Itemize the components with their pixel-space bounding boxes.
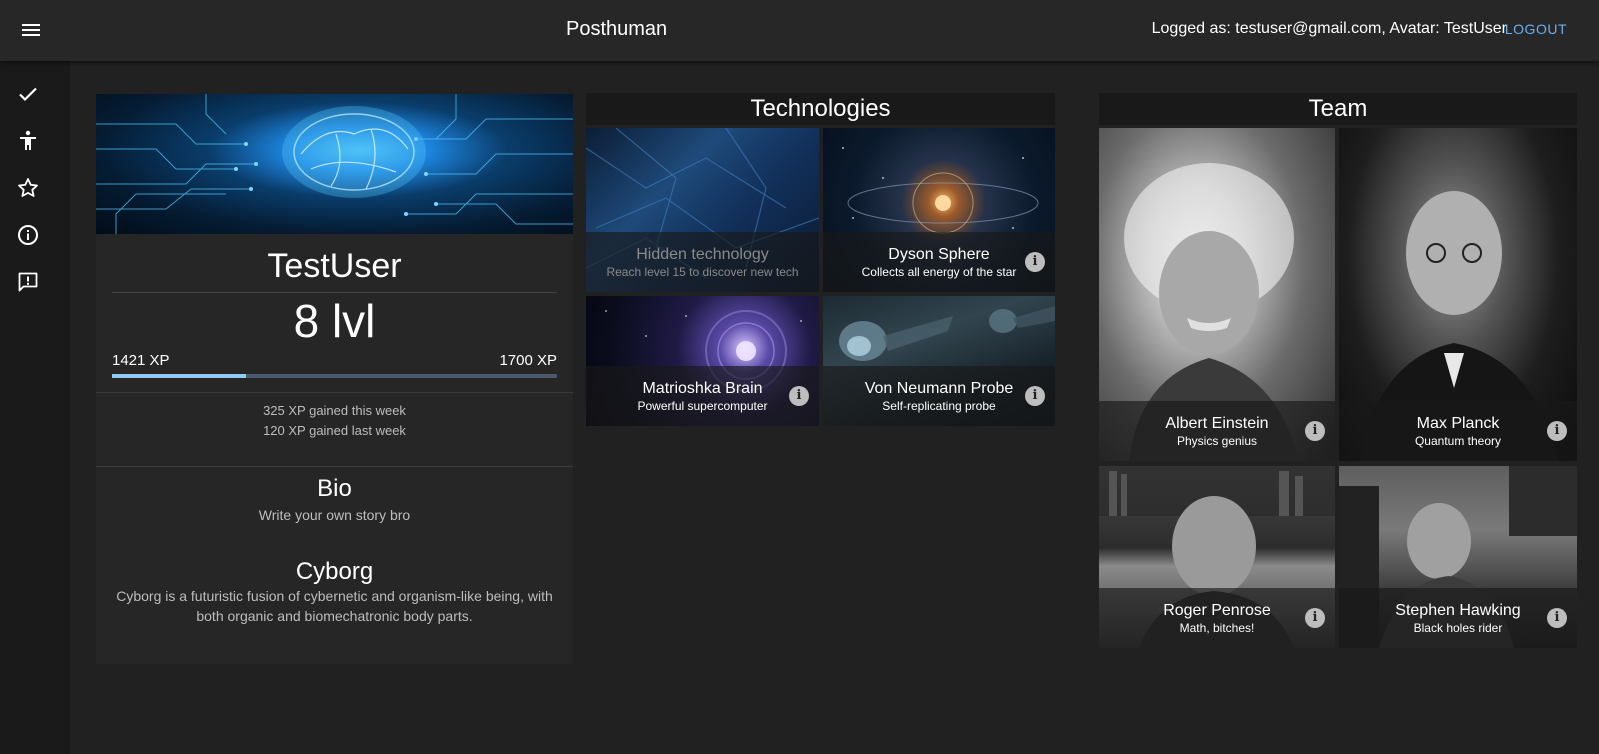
logged-user-info: Logged as: testuser@gmail.com, Avatar: T… bbox=[1151, 20, 1507, 37]
info-icon bbox=[18, 225, 38, 245]
tech-tile-hidden[interactable]: Hidden technology Reach level 15 to disc… bbox=[586, 128, 819, 292]
tech-title: Matrioshka Brain bbox=[642, 380, 763, 397]
member-subtitle: Physics genius bbox=[1176, 434, 1258, 448]
team-tile-hawking[interactable]: Stephen Hawking Black holes rider i bbox=[1339, 466, 1577, 648]
tech-tile-dyson-sphere[interactable]: Dyson Sphere Collects all energy of the … bbox=[823, 128, 1055, 292]
tile-caption: Matrioshka Brain Powerful supercomputer bbox=[586, 366, 819, 426]
sidebar bbox=[0, 61, 70, 754]
info-icon[interactable]: i bbox=[1305, 608, 1325, 628]
xp-current: 1421 XP bbox=[112, 352, 170, 369]
tech-subtitle: Self-replicating probe bbox=[882, 399, 996, 413]
tile-caption: Max Planck Quantum theory bbox=[1339, 401, 1577, 461]
tile-caption: Dyson Sphere Collects all energy of the … bbox=[823, 232, 1055, 292]
bio-text: Write your own story bro bbox=[258, 507, 411, 523]
check-icon bbox=[19, 87, 37, 102]
logout-button[interactable]: LOGOUT bbox=[1505, 21, 1567, 37]
tech-subtitle: Powerful supercomputer bbox=[637, 399, 768, 413]
sidebar-item-achievements[interactable] bbox=[16, 176, 40, 200]
profile-banner-image bbox=[96, 94, 573, 234]
sidebar-item-tasks[interactable] bbox=[16, 82, 40, 106]
tech-subtitle: Collects all energy of the star bbox=[861, 265, 1017, 279]
divider bbox=[96, 466, 573, 467]
info-icon[interactable]: i bbox=[1025, 252, 1045, 272]
technologies-title: Technologies bbox=[586, 93, 1055, 125]
accessibility-icon bbox=[20, 130, 36, 150]
profile-level: 8 lvl bbox=[293, 295, 376, 347]
star-icon bbox=[18, 178, 38, 197]
member-name: Stephen Hawking bbox=[1395, 602, 1521, 619]
xp-progress-fill bbox=[112, 374, 246, 378]
team-tile-planck[interactable]: Max Planck Quantum theory i bbox=[1339, 128, 1577, 461]
sidebar-item-about[interactable] bbox=[16, 223, 40, 247]
tech-tile-matrioshka-brain[interactable]: Matrioshka Brain Powerful supercomputer … bbox=[586, 296, 819, 426]
divider bbox=[112, 292, 557, 293]
tile-caption: Stephen Hawking Black holes rider bbox=[1339, 588, 1577, 648]
team-tile-einstein[interactable]: Albert Einstein Physics genius i bbox=[1099, 128, 1335, 461]
profile-card: TestUser 8 lvl 1421 XP 1700 XP 325 XP ga… bbox=[96, 94, 573, 664]
sidebar-item-avatar[interactable] bbox=[16, 129, 40, 153]
tech-title: Dyson Sphere bbox=[888, 246, 990, 263]
info-icon[interactable]: i bbox=[1025, 386, 1045, 406]
app-title: Posthuman bbox=[566, 18, 668, 40]
tech-tile-von-neumann-probe[interactable]: Von Neumann Probe Self-replicating probe… bbox=[823, 296, 1055, 426]
xp-gain-this-week: 325 XP gained this week bbox=[263, 403, 406, 418]
info-icon[interactable]: i bbox=[789, 386, 809, 406]
xp-progress-bar bbox=[112, 374, 557, 378]
feedback-icon bbox=[18, 272, 38, 292]
class-title: Cyborg bbox=[295, 558, 374, 585]
member-subtitle: Math, bitches! bbox=[1179, 621, 1255, 635]
member-name: Roger Penrose bbox=[1163, 602, 1271, 619]
app-bar: Posthuman Logged as: testuser@gmail.com,… bbox=[0, 0, 1599, 61]
team-tile-penrose[interactable]: Roger Penrose Math, bitches! i bbox=[1099, 466, 1335, 648]
tile-caption: Roger Penrose Math, bitches! bbox=[1099, 588, 1335, 648]
bio-title: Bio bbox=[317, 475, 352, 502]
xp-gain-last-week: 120 XP gained last week bbox=[263, 423, 406, 438]
tech-title: Von Neumann Probe bbox=[864, 380, 1014, 397]
class-description: Cyborg is a futuristic fusion of cyberne… bbox=[116, 588, 553, 624]
sidebar-item-feedback[interactable] bbox=[16, 270, 40, 294]
profile-username: TestUser bbox=[267, 247, 402, 285]
member-name: Albert Einstein bbox=[1165, 415, 1269, 432]
tile-caption: Albert Einstein Physics genius bbox=[1099, 401, 1335, 461]
team-title: Team bbox=[1099, 93, 1577, 125]
divider bbox=[96, 392, 573, 393]
tech-subtitle: Reach level 15 to discover new tech bbox=[606, 265, 799, 279]
tile-caption: Hidden technology Reach level 15 to disc… bbox=[586, 232, 819, 292]
xp-max: 1700 XP bbox=[499, 352, 557, 369]
member-name: Max Planck bbox=[1416, 415, 1500, 432]
member-subtitle: Black holes rider bbox=[1413, 621, 1503, 635]
info-icon[interactable]: i bbox=[1547, 608, 1567, 628]
tile-caption: Von Neumann Probe Self-replicating probe bbox=[823, 366, 1055, 426]
tech-title: Hidden technology bbox=[636, 246, 769, 263]
member-subtitle: Quantum theory bbox=[1414, 434, 1502, 448]
menu-icon[interactable] bbox=[18, 18, 44, 44]
info-icon[interactable]: i bbox=[1305, 421, 1325, 441]
info-icon[interactable]: i bbox=[1547, 421, 1567, 441]
